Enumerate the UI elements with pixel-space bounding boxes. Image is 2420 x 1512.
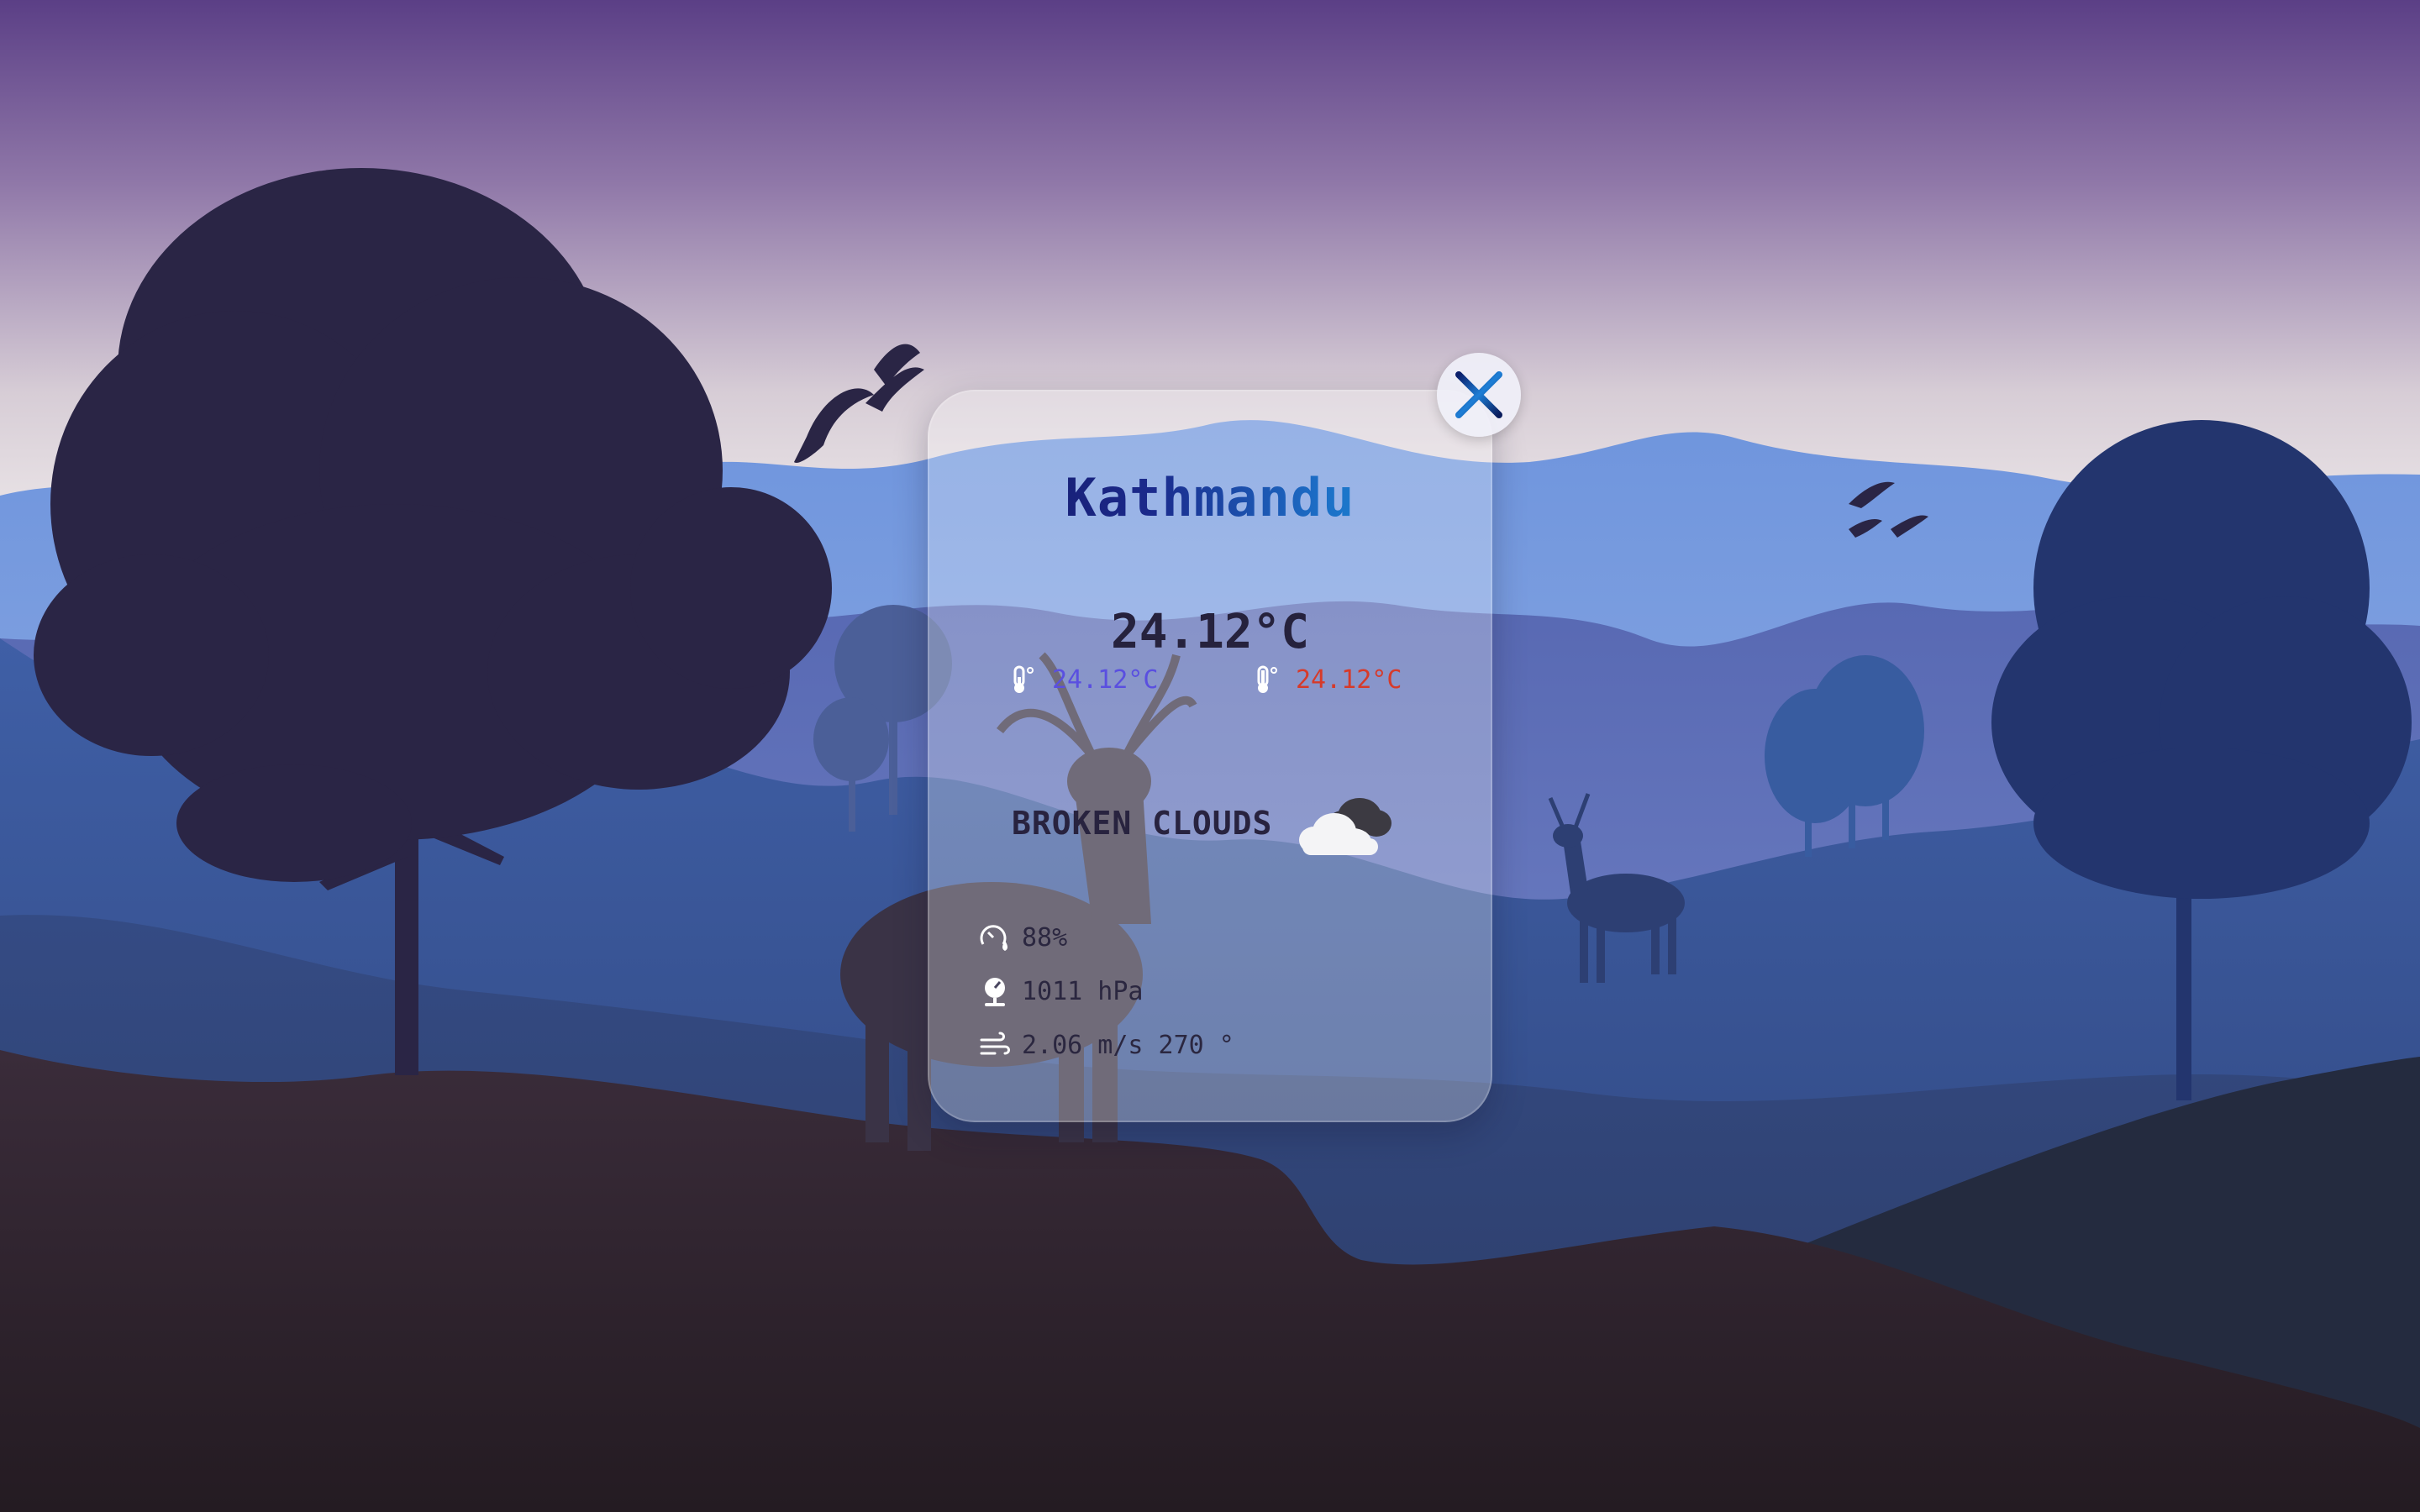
- close-icon: [1455, 371, 1502, 418]
- current-temperature: 24.12°C: [1110, 605, 1309, 659]
- humidity-stat: 88%: [978, 921, 1067, 954]
- min-temperature-value: 24.12°C: [1052, 664, 1159, 695]
- barometer-icon: [978, 974, 1012, 1008]
- pressure-stat: 1011 hPa: [978, 974, 1144, 1008]
- broken-clouds-icon: [1294, 790, 1395, 857]
- thermometer-low-icon: [1005, 664, 1037, 696]
- min-temperature: 24.12°C: [1005, 664, 1158, 696]
- city-name: Kathmandu: [928, 467, 1492, 528]
- humidity-gauge-icon: [978, 921, 1012, 954]
- thermometer-high-icon: [1249, 664, 1281, 696]
- wind-value: 2.06 m/s 270 °: [1022, 1030, 1234, 1060]
- wind-icon: [978, 1028, 1012, 1062]
- wind-stat: 2.06 m/s 270 °: [978, 1028, 1234, 1062]
- max-temperature: 24.12°C: [1249, 664, 1402, 696]
- max-temperature-value: 24.12°C: [1296, 664, 1402, 695]
- humidity-value: 88%: [1022, 922, 1068, 953]
- close-button[interactable]: [1437, 353, 1521, 437]
- condition-label: BROKEN CLOUDS: [1012, 805, 1273, 842]
- weather-condition: BROKEN CLOUDS: [1012, 790, 1395, 857]
- pressure-value: 1011 hPa: [1022, 976, 1144, 1006]
